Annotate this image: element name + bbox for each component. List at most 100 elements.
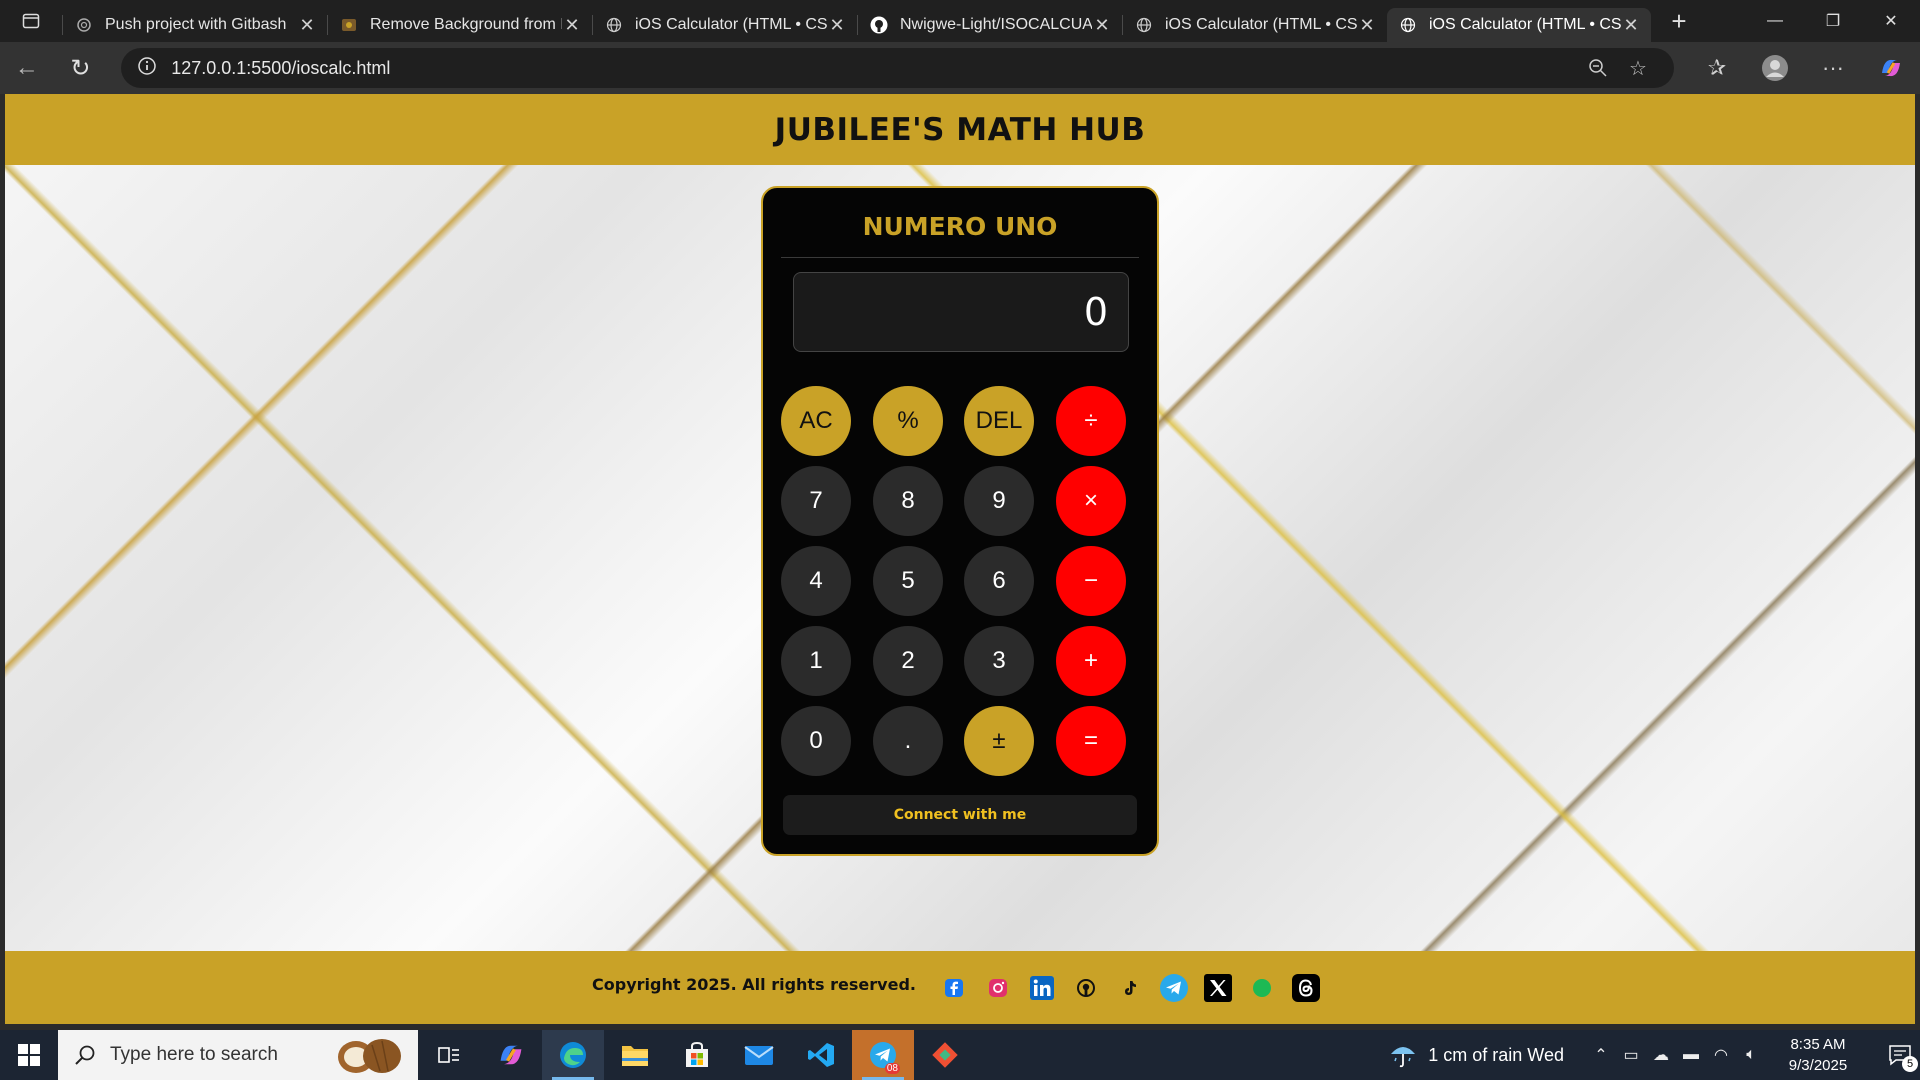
task-view-button[interactable] (418, 1030, 480, 1080)
browser-tab-active[interactable]: iOS Calculator (HTML • CSS ✕ (1387, 8, 1651, 42)
close-tab-icon[interactable]: ✕ (1092, 15, 1112, 36)
toggle-sign-button[interactable]: ± (964, 706, 1034, 776)
github-icon[interactable] (1069, 971, 1103, 1005)
connect-button[interactable]: Connect with me (783, 795, 1137, 835)
digit-5-button[interactable]: 5 (873, 546, 943, 616)
chevron-up-icon[interactable]: ⌃ (1586, 1045, 1616, 1065)
close-tab-icon[interactable]: ✕ (297, 15, 317, 36)
browser-tab[interactable]: Push project with Gitbash ✕ (63, 8, 327, 42)
linkedin-icon[interactable] (1025, 971, 1059, 1005)
weather-text: 1 cm of rain Wed (1428, 1044, 1564, 1065)
restore-button[interactable]: ❐ (1804, 0, 1862, 42)
taskbar-search[interactable]: Type here to search (58, 1030, 418, 1080)
instagram-icon[interactable] (981, 971, 1015, 1005)
minimize-button[interactable]: — (1746, 0, 1804, 42)
new-tab-button[interactable]: + (1651, 0, 1707, 42)
back-button[interactable]: ← (0, 42, 54, 94)
add-button[interactable]: + (1056, 626, 1126, 696)
browser-tab[interactable]: iOS Calculator (HTML • CSS ✕ (593, 8, 857, 42)
digit-3-button[interactable]: 3 (964, 626, 1034, 696)
battery-icon[interactable]: ▬ (1676, 1046, 1706, 1064)
onedrive-icon[interactable]: ☁ (1646, 1045, 1676, 1065)
globe-icon (1399, 16, 1417, 34)
digit-9-button[interactable]: 9 (964, 466, 1034, 536)
more-dots-icon: ··· (1822, 55, 1844, 80)
url-text[interactable]: 127.0.0.1:5500/ioscalc.html (171, 58, 1578, 79)
close-window-button[interactable]: ✕ (1862, 0, 1920, 42)
refresh-button[interactable]: ↻ (54, 42, 108, 94)
calculator: NUMERO UNO 0 AC % DEL ÷ 7 8 9 × 4 5 6 − … (761, 186, 1159, 856)
git-diamond-icon (932, 1042, 958, 1068)
site-info-icon[interactable] (137, 56, 157, 81)
delete-button[interactable]: DEL (964, 386, 1034, 456)
copilot-button[interactable] (1862, 42, 1920, 94)
windows-taskbar: Type here to search 08 1 cm of rain Wed … (0, 1030, 1920, 1080)
digit-1-button[interactable]: 1 (781, 626, 851, 696)
page-title: JUBILEE'S MATH HUB (774, 111, 1146, 148)
clock[interactable]: 8:35 AM 9/3/2025 (1778, 1034, 1858, 1076)
digit-4-button[interactable]: 4 (781, 546, 851, 616)
meet-now-icon[interactable]: ▭ (1616, 1045, 1646, 1065)
decimal-button[interactable]: . (873, 706, 943, 776)
copilot-taskbar-button[interactable] (480, 1030, 542, 1080)
percent-button[interactable]: % (873, 386, 943, 456)
notification-center-button[interactable]: 5 (1880, 1030, 1920, 1080)
mail-button[interactable] (728, 1030, 790, 1080)
digit-8-button[interactable]: 8 (873, 466, 943, 536)
facebook-icon[interactable] (937, 971, 971, 1005)
more-options-button[interactable]: ··· (1804, 42, 1862, 94)
copilot-icon (1882, 59, 1901, 77)
spotify-icon[interactable] (1245, 971, 1279, 1005)
divide-button[interactable]: ÷ (1056, 386, 1126, 456)
digit-0-button[interactable]: 0 (781, 706, 851, 776)
digit-6-button[interactable]: 6 (964, 546, 1034, 616)
umbrella-icon (1391, 1047, 1416, 1068)
profile-button[interactable] (1746, 42, 1804, 94)
zoom-out-icon[interactable] (1578, 58, 1618, 78)
favorite-star-icon[interactable]: ☆ (1618, 56, 1658, 81)
start-button[interactable] (0, 1030, 58, 1080)
weather-widget[interactable]: 1 cm of rain Wed (1388, 1040, 1564, 1070)
address-bar[interactable]: 127.0.0.1:5500/ioscalc.html ☆ (121, 48, 1675, 88)
vscode-icon (808, 1043, 834, 1067)
favorites-button[interactable]: ✰ (1688, 42, 1746, 94)
vscode-button[interactable] (790, 1030, 852, 1080)
tab-actions-icon (22, 13, 40, 29)
restore-icon: ❐ (1825, 13, 1841, 30)
git-app-button[interactable] (914, 1030, 976, 1080)
subtract-button[interactable]: − (1056, 546, 1126, 616)
search-icon (75, 1045, 95, 1065)
equals-button[interactable]: = (1056, 706, 1126, 776)
close-tab-icon[interactable]: ✕ (827, 15, 847, 36)
browser-tab[interactable]: Nwigwe-Light/ISOCALCUATO ✕ (858, 8, 1122, 42)
x-icon[interactable] (1201, 971, 1235, 1005)
close-icon: ✕ (1884, 13, 1898, 30)
wifi-icon[interactable]: ◠ (1706, 1045, 1736, 1065)
back-arrow-icon: ← (14, 54, 39, 81)
windows-logo-icon (18, 1044, 40, 1066)
search-placeholder: Type here to search (110, 1044, 278, 1065)
close-tab-icon[interactable]: ✕ (1357, 15, 1377, 36)
tiktok-icon[interactable] (1113, 971, 1147, 1005)
browser-tab[interactable]: Remove Background from Im ✕ (328, 8, 592, 42)
browser-tab-strip: Push project with Gitbash ✕ Remove Backg… (0, 0, 1920, 42)
time-text: 8:35 AM (1790, 1036, 1846, 1053)
site-footer: Copyright 2025. All rights reserved. (5, 951, 1915, 1024)
multiply-button[interactable]: × (1056, 466, 1126, 536)
browser-tab[interactable]: iOS Calculator (HTML • CSS ✕ (1123, 8, 1387, 42)
store-button[interactable] (666, 1030, 728, 1080)
close-tab-icon[interactable]: ✕ (1621, 15, 1641, 36)
edge-taskbar-button[interactable] (542, 1030, 604, 1080)
telegram-taskbar-button[interactable]: 08 (852, 1030, 914, 1080)
volume-icon[interactable]: 🔈︎ (1736, 1046, 1766, 1064)
file-explorer-button[interactable] (604, 1030, 666, 1080)
tab-actions-button[interactable] (0, 0, 62, 42)
telegram-icon[interactable] (1157, 971, 1191, 1005)
github-icon (870, 16, 888, 34)
threads-icon[interactable] (1289, 971, 1323, 1005)
digit-2-button[interactable]: 2 (873, 626, 943, 696)
digit-7-button[interactable]: 7 (781, 466, 851, 536)
close-tab-icon[interactable]: ✕ (562, 15, 582, 36)
page-viewport: JUBILEE'S MATH HUB NUMERO UNO 0 AC % DEL… (5, 94, 1915, 1024)
clear-button[interactable]: AC (781, 386, 851, 456)
